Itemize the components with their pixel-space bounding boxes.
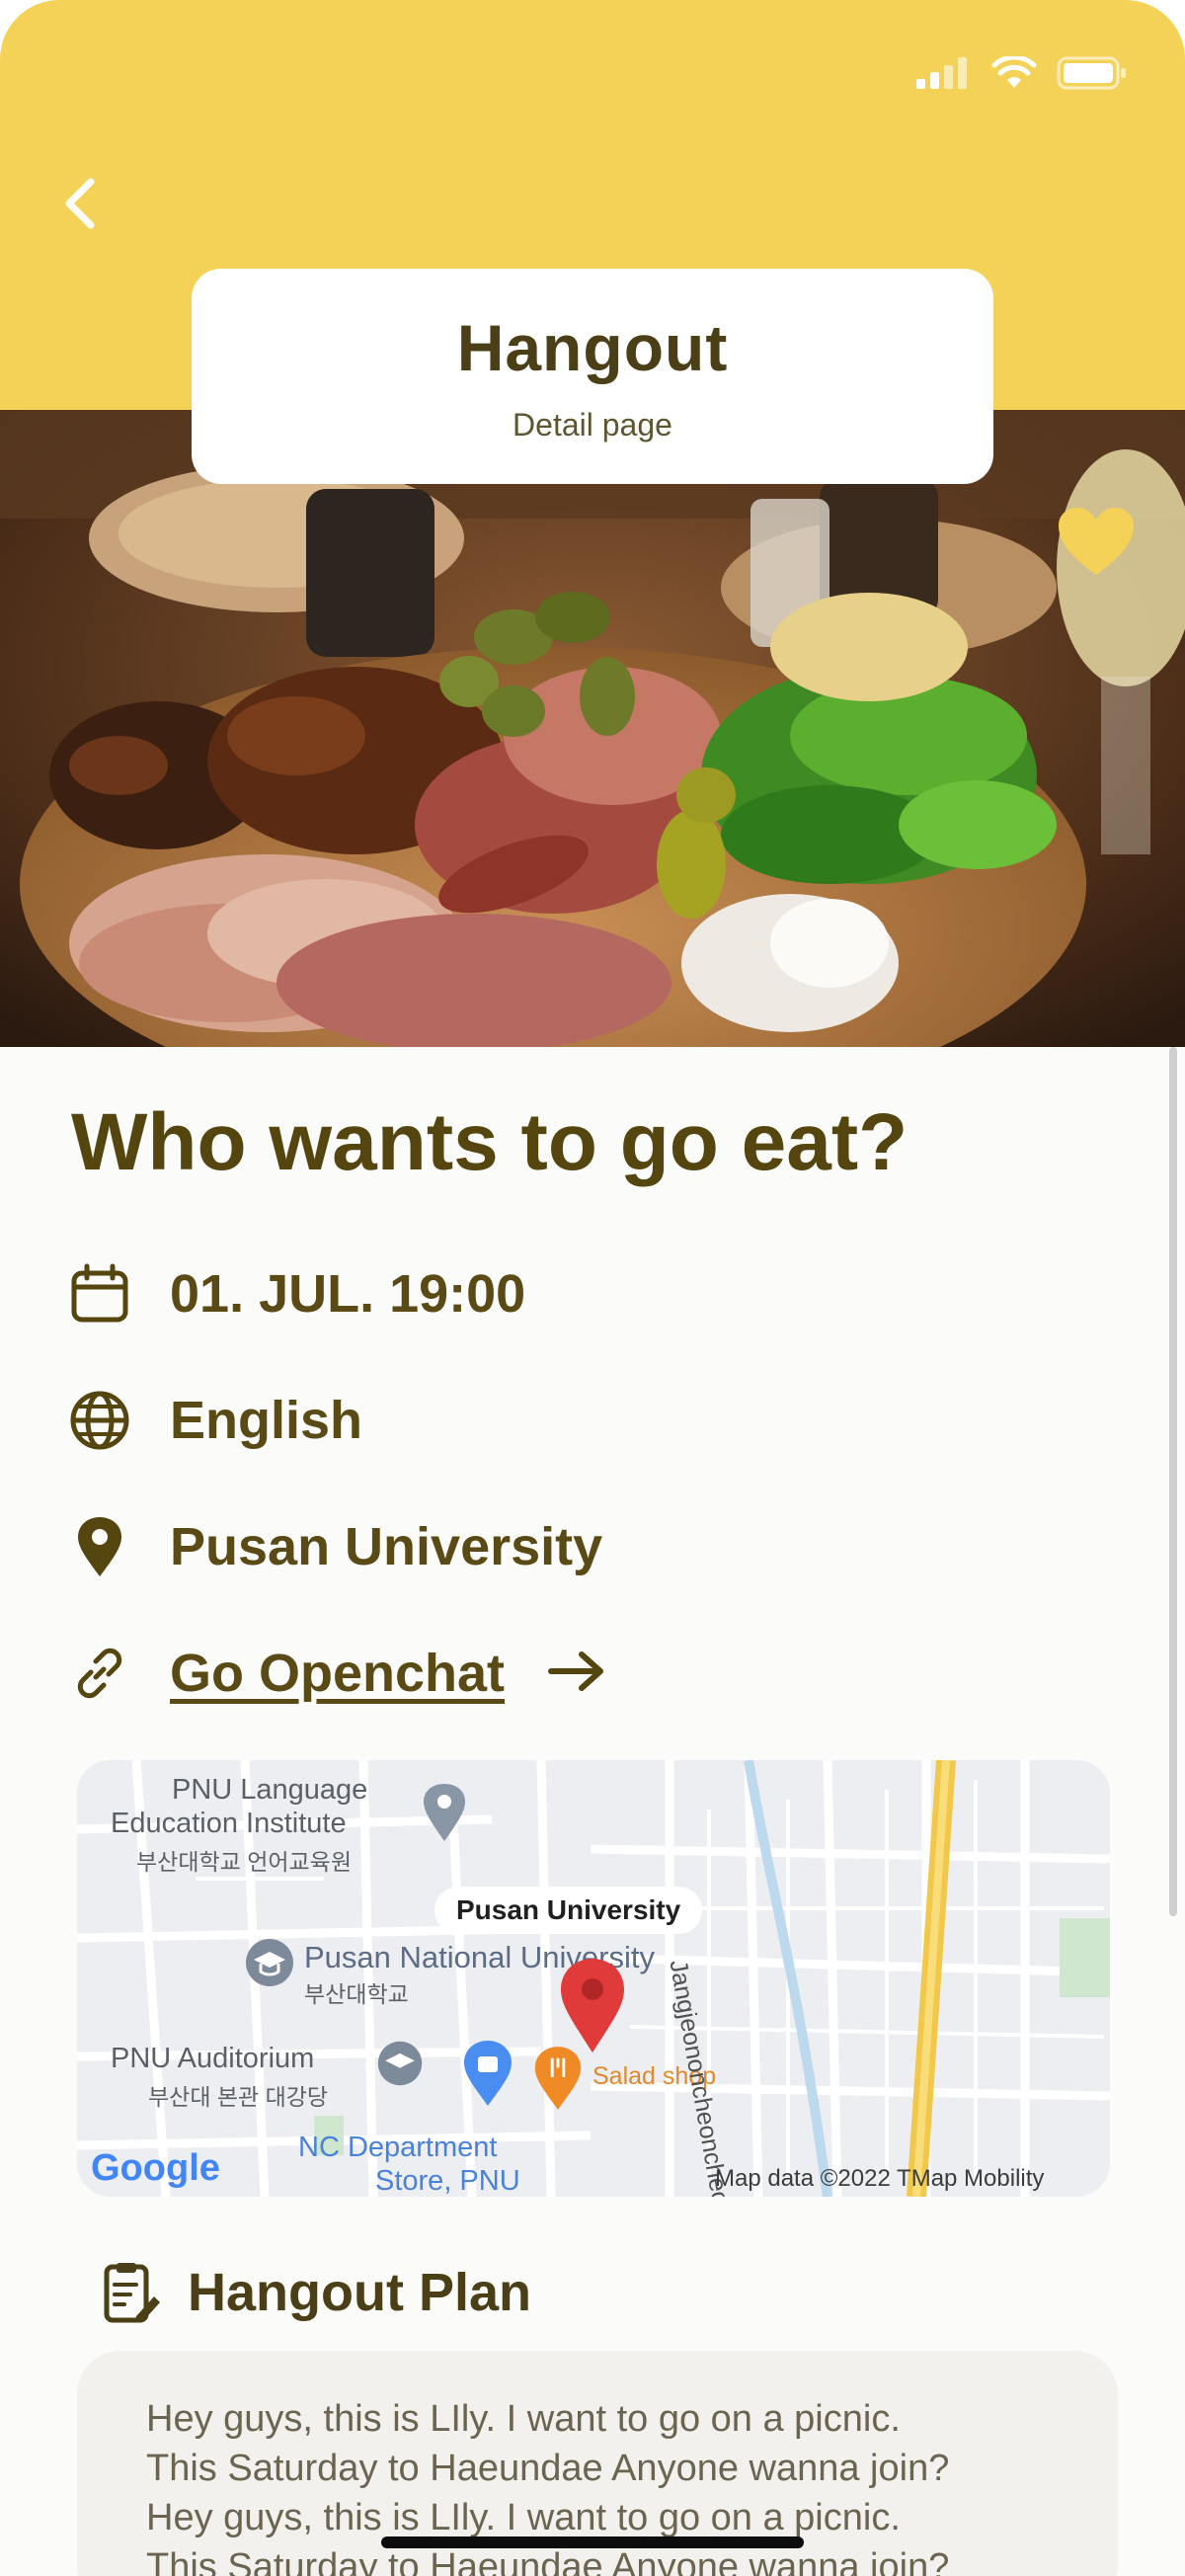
map-pin-icon bbox=[561, 1959, 624, 2053]
signal-icon bbox=[916, 57, 967, 89]
map-label-auditorium-ko: 부산대 본관 대강당 bbox=[148, 2084, 329, 2110]
back-button[interactable] bbox=[57, 174, 107, 233]
event-location: Pusan University bbox=[170, 1517, 603, 1576]
page-title-card: Hangout Detail page bbox=[192, 269, 993, 484]
page-title: Hangout bbox=[456, 310, 729, 384]
auditorium-marker-icon bbox=[377, 2041, 423, 2086]
app-screen: Hangout Detail page Who wants to go eat?… bbox=[0, 0, 1185, 2576]
battery-icon bbox=[1057, 56, 1126, 90]
map-label-pnu-language-2: Education Institute bbox=[111, 1808, 347, 1839]
map-label-nc-store: Store, PNU bbox=[375, 2165, 520, 2197]
food-platter-image bbox=[0, 410, 1185, 1047]
hero-food-photo bbox=[0, 410, 1185, 1047]
note-edit-icon bbox=[104, 2263, 160, 2323]
favorite-button[interactable] bbox=[1057, 506, 1136, 582]
plan-heading-row: Hangout Plan bbox=[103, 2257, 531, 2328]
school-marker-icon bbox=[246, 1939, 293, 1986]
link-icon bbox=[67, 1641, 132, 1706]
map-marker-icon bbox=[424, 1784, 465, 1841]
location-row: Pusan University bbox=[67, 1507, 602, 1586]
post-title: Who wants to go eat? bbox=[71, 1097, 908, 1187]
home-indicator[interactable] bbox=[381, 2536, 804, 2548]
status-bar bbox=[916, 51, 1128, 95]
map-label-pnu-language: PNU Language bbox=[172, 1774, 368, 1806]
openchat-link[interactable]: Go Openchat bbox=[170, 1643, 505, 1704]
page-subtitle: Detail page bbox=[513, 406, 672, 443]
plan-heading: Hangout Plan bbox=[188, 2263, 531, 2322]
globe-icon bbox=[67, 1388, 132, 1453]
openchat-row[interactable]: Go Openchat bbox=[67, 1634, 605, 1713]
map-label-pnu-language-ko: 부산대학교 언어교육원 bbox=[136, 1849, 352, 1875]
map-label-nc-department: NC Department bbox=[298, 2132, 498, 2163]
chevron-left-icon bbox=[65, 178, 95, 229]
event-datetime: 01. JUL. 19:00 bbox=[170, 1264, 526, 1324]
wifi-icon bbox=[991, 56, 1037, 88]
map-label-auditorium: PNU Auditorium bbox=[111, 2043, 315, 2074]
date-row: 01. JUL. 19:00 bbox=[67, 1254, 525, 1333]
scrollbar[interactable] bbox=[1169, 1047, 1177, 1916]
location-map[interactable]: PNU Language Education Institute 부산대학교 언… bbox=[77, 1760, 1110, 2197]
location-pin-icon bbox=[67, 1514, 132, 1579]
calendar-icon bbox=[67, 1261, 132, 1327]
map-label-pnu-national-ko: 부산대학교 bbox=[304, 1981, 409, 2007]
arrow-right-icon[interactable] bbox=[548, 1650, 605, 1698]
language-row: English bbox=[67, 1381, 362, 1460]
map-pin-label: Pusan University bbox=[434, 1887, 703, 1934]
map-credit: Map data ©2022 TMap Mobility bbox=[715, 2165, 1045, 2192]
heart-icon bbox=[1059, 508, 1134, 575]
event-language: English bbox=[170, 1391, 363, 1450]
restaurant-marker-icon bbox=[534, 2047, 582, 2110]
google-logo: Google bbox=[91, 2147, 220, 2189]
plan-description: Hey guys, this is LIly. I want to go on … bbox=[146, 2398, 950, 2576]
shopping-marker-icon bbox=[464, 2041, 512, 2106]
